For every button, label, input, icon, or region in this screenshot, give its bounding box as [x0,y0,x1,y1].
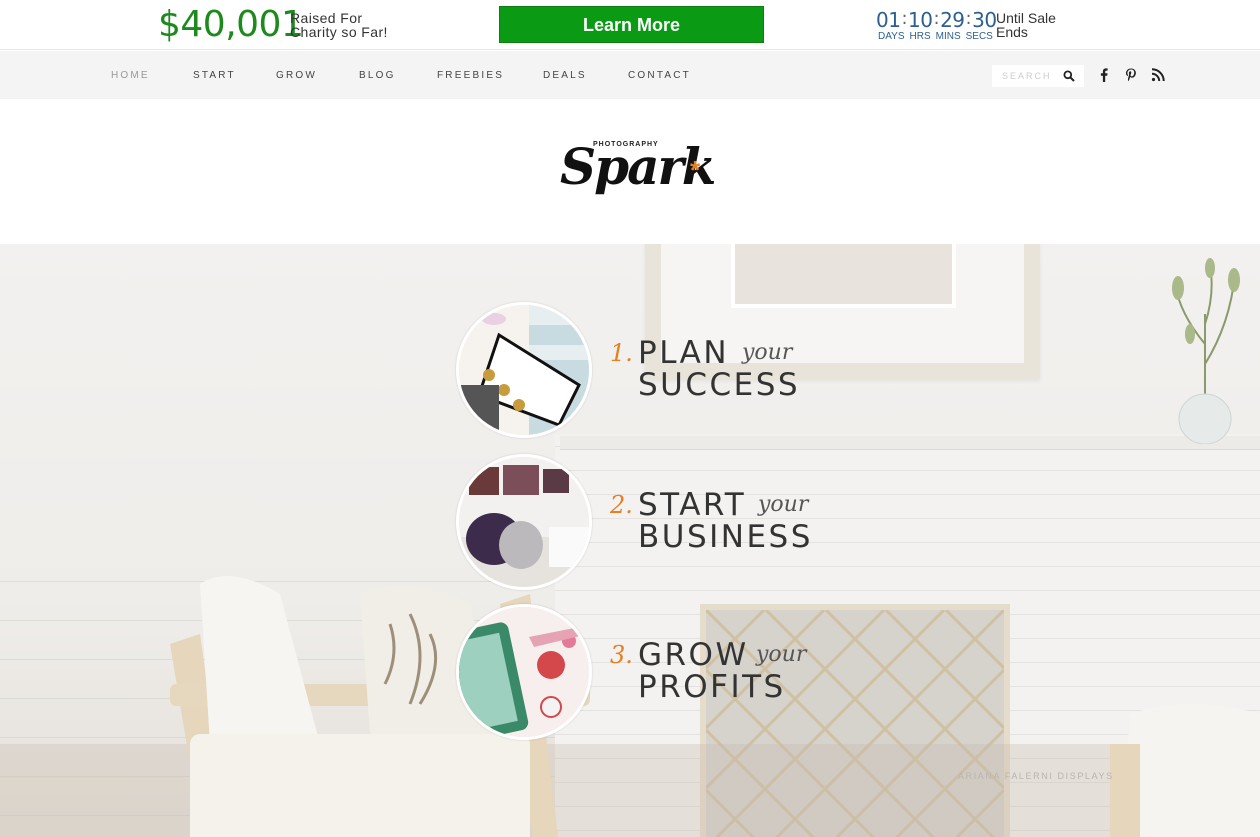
raised-line-2: Charity so Far! [290,24,388,40]
countdown-separator: : [965,8,972,29]
step-plan[interactable]: 1. PLAN your SUCCESS [456,302,836,442]
until-line-1: Until Sale [996,10,1056,26]
step-word-2: SUCCESS [638,367,801,403]
unit-secs: SECS [965,31,993,42]
nav-item-freebies[interactable]: FREEBIES [437,70,504,81]
nav-item-blog[interactable]: BLOG [359,70,396,81]
countdown-hrs: 10 [908,8,933,32]
countdown-secs: 30 [972,8,997,32]
countdown-timer: 01:10:29:30 DAYS HRS MINS SECS [876,8,997,44]
learn-more-button[interactable]: Learn More [499,6,764,43]
countdown-mins: 29 [940,8,965,32]
raised-amount: $40,001 [158,4,304,45]
armchair-right [1110,704,1260,837]
business-image [459,457,589,587]
step-image [456,302,592,438]
unit-days: DAYS [878,31,905,42]
unit-mins: MINS [935,31,961,42]
facebook-icon[interactable] [1097,68,1111,82]
framed-photo [731,244,956,308]
countdown-days: 01 [876,8,901,32]
photo-credit: ARIANA FALERNI DISPLAYS [958,771,1114,781]
raised-line-1: Raised For [290,10,363,26]
rss-icon[interactable] [1151,68,1165,82]
nav-item-start[interactable]: START [193,70,236,81]
logo-band: PHOTOGRAPHY Spark * [0,99,1260,244]
search-icon[interactable] [1063,70,1075,82]
step-word-1: START [638,487,747,523]
step-number: 1. [610,339,633,367]
step-your: your [742,340,793,365]
until-line-2: Ends [996,24,1028,40]
nav-item-contact[interactable]: CONTACT [628,70,691,81]
planner-image [459,305,589,435]
countdown-units: DAYS HRS MINS SECS [878,31,998,42]
step-image [456,454,592,590]
countdown-digits: 01:10:29:30 [876,8,997,32]
step-your: your [758,492,809,517]
hero-section: ARIANA FALERNI DISPLAYS 1. PLAN your SUC… [0,244,1260,837]
raised-text: Raised For Charity so Far! [290,11,400,39]
vase-plant [1172,258,1240,444]
profits-image [459,607,589,737]
countdown-separator: : [933,8,940,29]
search-box [992,65,1084,87]
step-word-2: BUSINESS [638,519,813,555]
step-your: your [756,642,807,667]
pinterest-icon[interactable] [1124,68,1138,82]
main-nav: HOME START GROW BLOG FREEBIES DEALS CONT… [0,51,1260,99]
promo-bar: $40,001 Raised For Charity so Far! Learn… [0,0,1260,50]
step-number: 2. [610,491,633,519]
step-image [456,604,592,740]
step-start[interactable]: 2. START your BUSINESS [456,454,836,594]
countdown-separator: : [901,8,908,29]
step-word-1: GROW [638,637,749,673]
search-input[interactable] [992,65,1056,87]
nav-item-deals[interactable]: DEALS [543,70,587,81]
logo-star: * [690,155,701,185]
step-word-1: PLAN [638,335,730,371]
until-sale-text: Until Sale Ends [996,11,1076,39]
site-logo[interactable]: PHOTOGRAPHY Spark * [560,127,716,217]
step-word-2: PROFITS [638,669,786,705]
step-number: 3. [610,641,633,669]
step-grow[interactable]: 3. GROW your PROFITS [456,604,836,744]
unit-hrs: HRS [909,31,931,42]
nav-item-home[interactable]: HOME [111,70,150,81]
nav-item-grow[interactable]: GROW [276,70,317,81]
